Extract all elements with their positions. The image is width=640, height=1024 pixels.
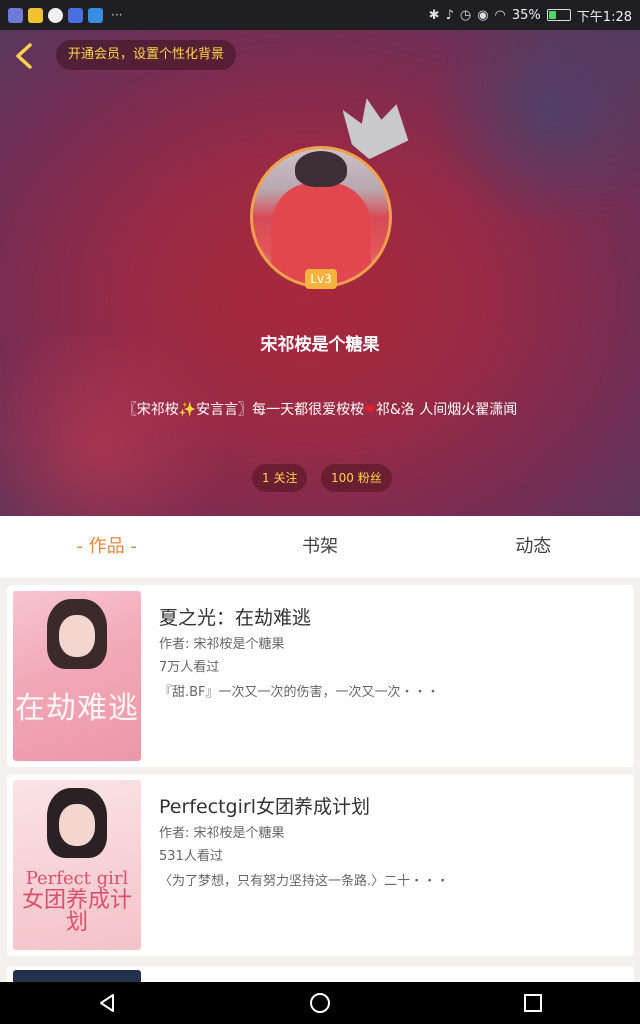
profile-header: 开通会员，设置个性化背景 Lv3 宋祁桉是个糖果 〖宋祁桉✨安言言〗每一天都很爱… xyxy=(0,30,640,516)
following-count[interactable]: 1 关注 xyxy=(252,464,308,492)
followers-count[interactable]: 100 粉丝 xyxy=(321,464,392,492)
clock: 下午1:28 xyxy=(576,9,632,25)
battery-icon xyxy=(546,9,571,21)
crown-icon xyxy=(343,98,409,160)
eye-icon: ◉ xyxy=(477,7,489,23)
battery-percent: 35% xyxy=(511,7,541,23)
profile-bio: 〖宋祁桉✨安言言〗每一天都很爱桉桉❤祁&洛 人间烟火翟潇闻 xyxy=(0,399,640,419)
tab-bookshelf[interactable]: 书架 xyxy=(213,516,426,578)
app-notification-icon xyxy=(8,7,23,23)
bio-text: 安言言〗每一天都很爱桉桉 xyxy=(196,402,365,418)
app-notification-icon xyxy=(68,7,83,23)
tab-works[interactable]: - 作品 - xyxy=(0,516,213,578)
cover-title: Perfect girl 女团养成计划 xyxy=(13,868,141,934)
book-cover[interactable]: Perfect girl 女团养成计划 xyxy=(13,780,141,950)
chevron-left-icon xyxy=(16,43,32,69)
cover-title-zh: 女团养成计划 xyxy=(21,888,132,935)
bluetooth-icon: ✱ xyxy=(428,7,440,23)
tab-activity[interactable]: 动态 xyxy=(427,516,640,578)
status-bar: ··· ✱ ♪ ◷ ◉ ◠ 35% 下午1:28 xyxy=(0,0,640,30)
avatar[interactable] xyxy=(250,146,392,288)
book-description: 『甜.BF』一次又一次的伤害，一次又一次・・・ xyxy=(159,685,440,700)
nav-back-button[interactable] xyxy=(95,991,119,1015)
star-app-icon xyxy=(28,7,43,23)
avatar-head xyxy=(295,151,347,187)
more-notifications-icon: ··· xyxy=(111,8,123,22)
system-navigation-bar xyxy=(0,982,640,1024)
list-item[interactable]: Perfect girl 女团养成计划 Perfectgirl女团养成计划 作者… xyxy=(7,774,634,956)
vip-background-button[interactable]: 开通会员，设置个性化背景 xyxy=(56,40,237,70)
qq-icon xyxy=(48,7,63,23)
alarm-icon: ◷ xyxy=(459,7,472,23)
triangle-back-icon xyxy=(99,994,114,1012)
book-title[interactable]: 夏之光：在劫难逃 xyxy=(159,603,311,630)
cover-face xyxy=(59,615,95,657)
book-author: 作者: 宋祁桉是个糖果 xyxy=(159,826,285,841)
nav-recents-button[interactable] xyxy=(521,991,545,1015)
book-cover[interactable]: 在劫难逃 xyxy=(13,591,141,761)
book-title[interactable]: Perfectgirl女团养成计划 xyxy=(159,792,370,819)
bio-text: 〖宋祁桉 xyxy=(122,402,179,418)
sparkle-icon: ✨ xyxy=(178,402,197,418)
cover-title-en: Perfect girl xyxy=(25,868,129,889)
app-notification-icon xyxy=(88,7,103,23)
back-button[interactable] xyxy=(12,42,36,70)
book-author: 作者: 宋祁桉是个糖果 xyxy=(159,637,285,652)
circle-home-icon xyxy=(309,993,330,1013)
book-cover[interactable] xyxy=(13,970,141,982)
profile-tabs: - 作品 - 书架 动态 xyxy=(0,516,640,578)
nav-home-button[interactable] xyxy=(308,991,332,1015)
cover-title: 在劫难逃 xyxy=(15,691,139,726)
heart-icon: ❤ xyxy=(364,402,376,418)
works-list: 在劫难逃 夏之光：在劫难逃 作者: 宋祁桉是个糖果 7万人看过 『甜.BF』一次… xyxy=(0,578,640,982)
notification-icons: ··· xyxy=(8,7,123,23)
mute-icon: ♪ xyxy=(445,7,454,23)
list-item[interactable]: 在劫难逃 夏之光：在劫难逃 作者: 宋祁桉是个糖果 7万人看过 『甜.BF』一次… xyxy=(7,585,634,767)
book-views: 531人看过 xyxy=(159,849,223,864)
cover-face xyxy=(59,804,95,846)
username: 宋祁桉是个糖果 xyxy=(260,335,380,355)
square-recents-icon xyxy=(524,994,543,1012)
bio-text: 祁&洛 人间烟火翟潇闻 xyxy=(375,402,518,418)
book-description: 〈为了梦想，只有努力坚持这一条路.〉二十・・・ xyxy=(159,874,450,889)
level-badge: Lv3 xyxy=(305,269,337,289)
wifi-icon: ◠ xyxy=(494,7,506,23)
book-views: 7万人看过 xyxy=(159,660,220,675)
